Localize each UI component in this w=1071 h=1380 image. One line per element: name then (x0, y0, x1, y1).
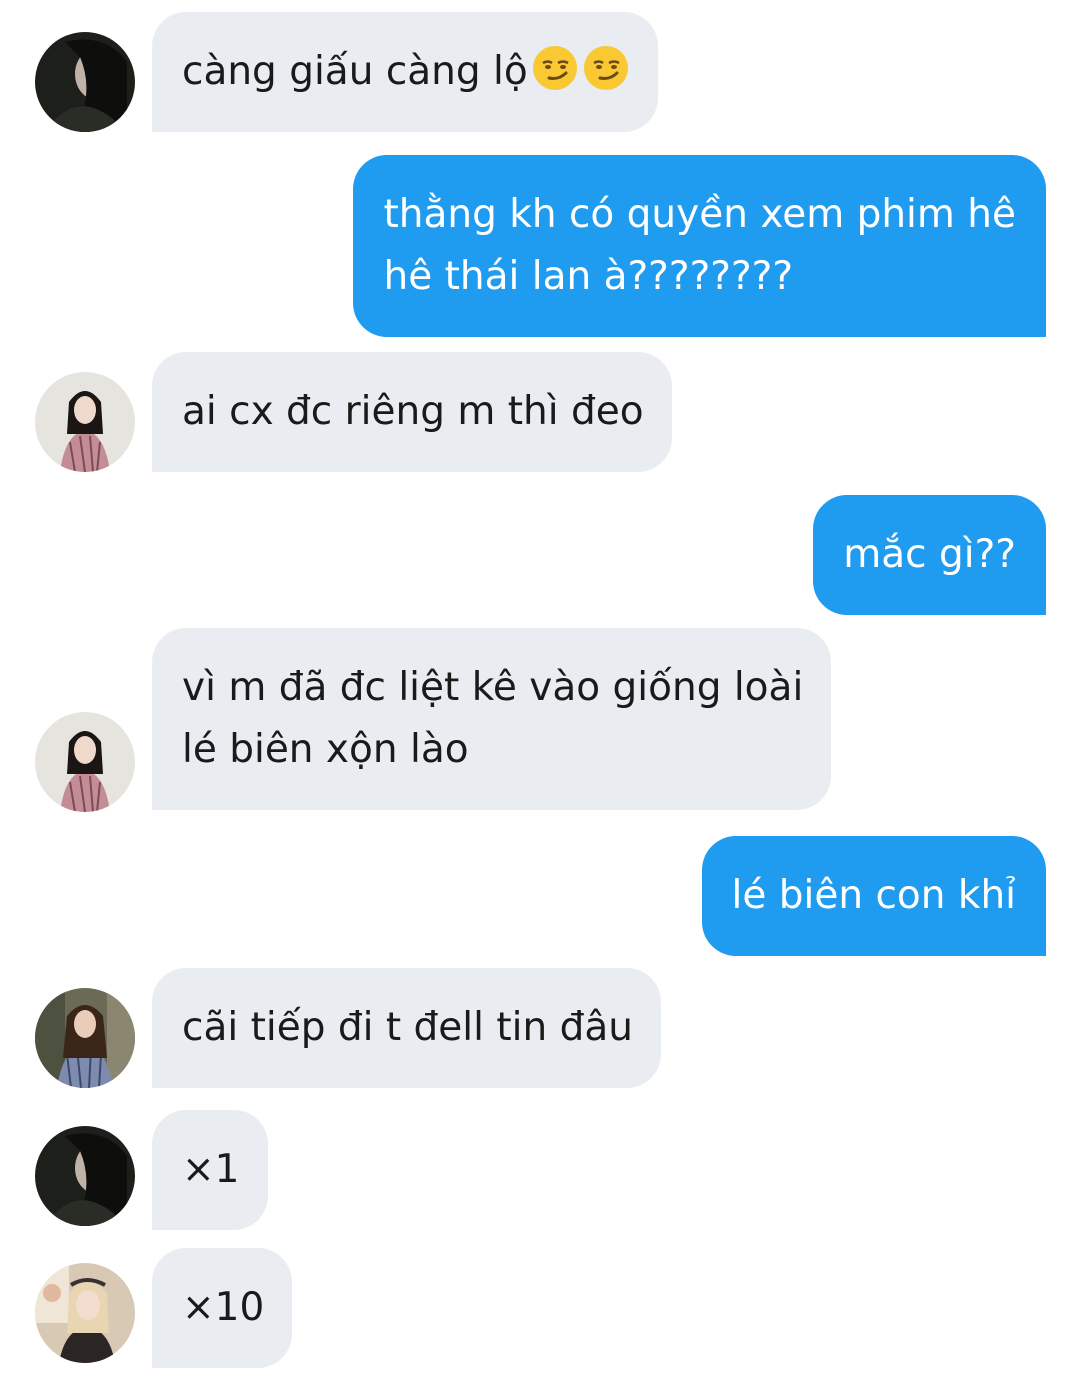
message-text: càng giấu càng lộ (182, 49, 528, 94)
avatar-dark-hair-icon[interactable] (35, 32, 135, 132)
message-bubble[interactable]: thằng kh có quyền xem phim hê hê thái la… (353, 155, 1046, 337)
message-text-line: thằng kh có quyền xem phim hê (383, 192, 1016, 237)
message-bubble[interactable]: cãi tiếp đi t đell tin đâu (152, 968, 661, 1088)
message-bubble[interactable]: vì m đã đc liệt kê vào giống loài lé biê… (152, 628, 832, 810)
message-bubble[interactable]: ai cx đc riêng m thì đeo (152, 352, 672, 472)
message-text: ×1 (182, 1147, 240, 1192)
message-text: ai cx đc riêng m thì đeo (182, 389, 644, 434)
message-text-line: hê thái lan à???????? (383, 254, 794, 299)
avatar-blonde-girl-icon[interactable] (35, 1263, 135, 1363)
avatar-girl-street-icon[interactable] (35, 988, 135, 1088)
message-bubble[interactable]: ×10 (152, 1248, 293, 1368)
message-bubble[interactable]: lé biên con khỉ (701, 836, 1046, 956)
message-text-line: vì m đã đc liệt kê vào giống loài (182, 665, 804, 710)
message-bubble[interactable]: mắc gì?? (813, 495, 1046, 615)
message-text: mắc gì?? (843, 532, 1016, 577)
avatar-girl-plaid-icon[interactable] (35, 372, 135, 472)
avatar-dark-hair-icon[interactable] (35, 1126, 135, 1226)
message-text: cãi tiếp đi t đell tin đâu (182, 1005, 633, 1050)
message-text: ×10 (182, 1285, 265, 1330)
message-bubble[interactable]: ×1 (152, 1110, 268, 1230)
avatar-girl-plaid-icon[interactable] (35, 712, 135, 812)
message-text-line: lé biên xộn lào (182, 727, 469, 772)
smirking-face-icon (582, 44, 630, 92)
message-text: lé biên con khỉ (731, 873, 1016, 918)
message-bubble[interactable]: càng giấu càng lộ (152, 12, 658, 132)
smirking-face-icon (531, 44, 579, 92)
